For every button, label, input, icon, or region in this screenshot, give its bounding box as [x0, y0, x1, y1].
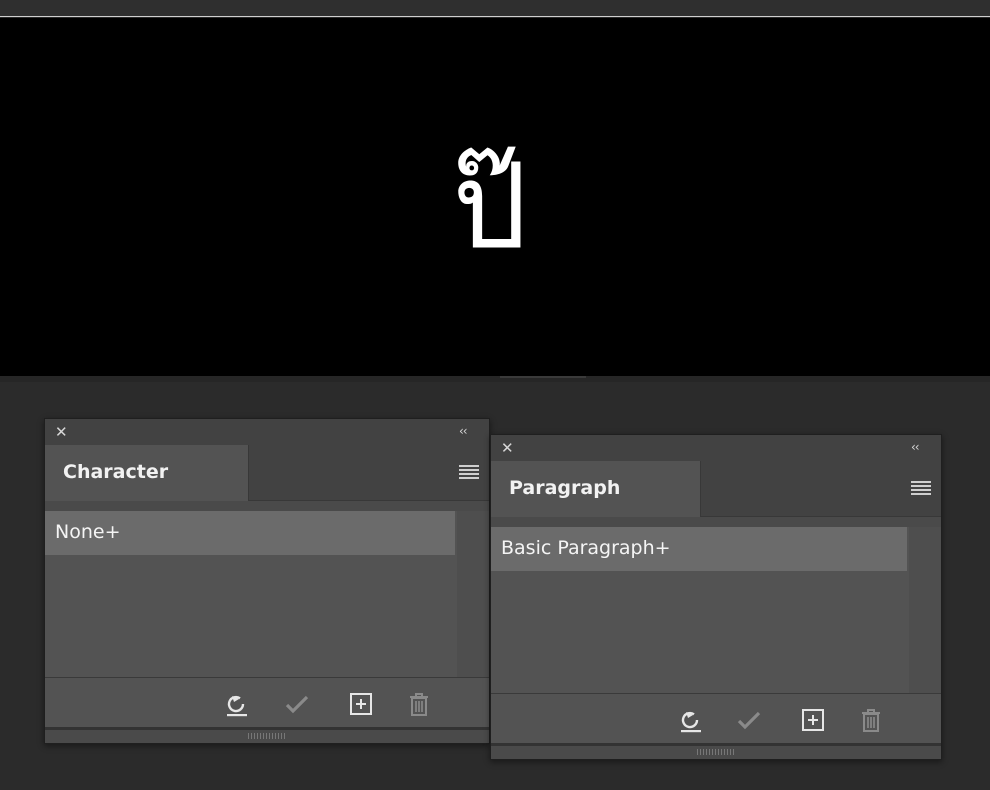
list-item-basic-paragraph[interactable]: Basic Paragraph+: [491, 527, 907, 571]
close-icon[interactable]: ✕: [501, 441, 515, 456]
character-styles-panel: ✕ ‹‹ Character Styles None+: [44, 418, 490, 744]
canvas-glyph: ป๊: [452, 137, 528, 275]
add-box-icon[interactable]: [799, 706, 827, 734]
tab-character-styles[interactable]: Character Styles: [45, 445, 249, 537]
hamburger-menu-icon[interactable]: [459, 465, 479, 481]
tab-paragraph-styles[interactable]: Paragraph Styles: [491, 461, 701, 553]
clear-overrides-icon[interactable]: [223, 690, 251, 718]
panel-tab-row: Paragraph Styles: [491, 461, 941, 553]
paragraph-styles-panel: ✕ ‹‹ Paragraph Styles Basic Paragraph+: [490, 434, 942, 760]
panel-footer: [45, 677, 489, 727]
character-styles-list: None+: [45, 511, 489, 677]
canvas-strip-mark: [500, 376, 586, 378]
paragraph-styles-list: Basic Paragraph+: [491, 527, 941, 693]
resize-grip[interactable]: [697, 749, 735, 755]
list-item-none[interactable]: None+: [45, 511, 455, 555]
scrollbar[interactable]: [909, 527, 941, 693]
panel-titlebar: ✕ ‹‹: [45, 419, 489, 445]
trash-icon[interactable]: [405, 690, 433, 718]
top-bar: [0, 0, 990, 17]
scrollbar[interactable]: [457, 511, 489, 677]
list-header-strip: [491, 517, 941, 527]
document-canvas[interactable]: ป๊: [0, 18, 990, 376]
canvas-strip: [0, 376, 990, 382]
checkmark-icon[interactable]: [735, 706, 763, 734]
hamburger-menu-icon[interactable]: [911, 481, 931, 497]
panel-tab-row: Character Styles: [45, 445, 489, 537]
clear-overrides-icon[interactable]: [677, 706, 705, 734]
double-chevron-left-icon[interactable]: ‹‹: [911, 440, 929, 454]
trash-icon[interactable]: [857, 706, 885, 734]
panel-footer: [491, 693, 941, 743]
resize-handle[interactable]: [491, 743, 941, 759]
panel-titlebar: ✕ ‹‹: [491, 435, 941, 461]
double-chevron-left-icon[interactable]: ‹‹: [459, 424, 477, 438]
checkmark-icon[interactable]: [283, 690, 311, 718]
add-box-icon[interactable]: [347, 690, 375, 718]
close-icon[interactable]: ✕: [55, 425, 69, 440]
list-header-strip: [45, 501, 489, 511]
resize-handle[interactable]: [45, 727, 489, 743]
resize-grip[interactable]: [248, 733, 286, 739]
